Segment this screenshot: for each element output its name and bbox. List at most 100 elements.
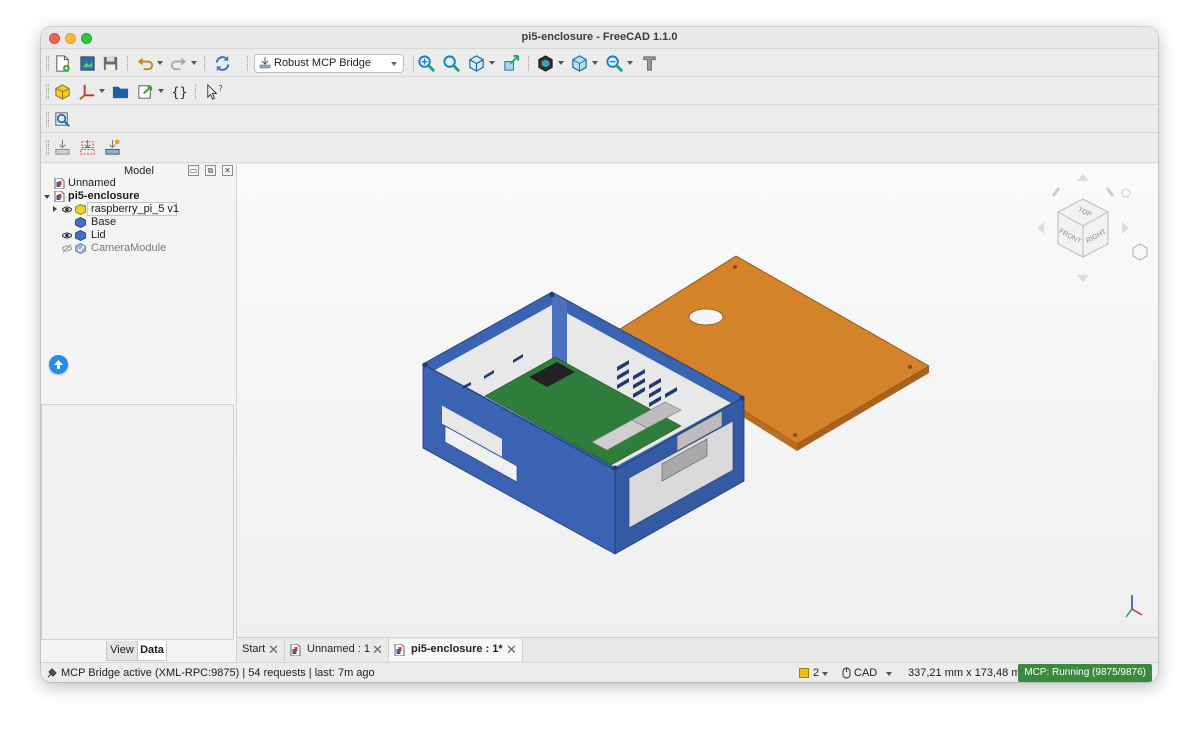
document-icon (394, 644, 405, 656)
window-title: pi5-enclosure - FreeCAD 1.1.0 (521, 31, 678, 43)
solid-body-icon (75, 243, 86, 254)
inspect-icon[interactable] (51, 108, 73, 130)
toolbar-grip[interactable] (46, 140, 49, 155)
close-tab-icon[interactable]: ✕ (372, 639, 383, 660)
tab-data[interactable]: Data (137, 641, 167, 661)
std-views-icon[interactable] (568, 52, 590, 74)
tab-pi5-enclosure[interactable]: pi5-enclosure : 1* ✕ (389, 639, 523, 661)
whats-this-icon[interactable]: ? (202, 80, 224, 102)
zoom-fit-selection-icon[interactable] (440, 52, 462, 74)
mcp-assist-button[interactable] (49, 355, 68, 374)
toolbar-mcp (41, 133, 1158, 163)
svg-text:{}: {} (171, 85, 187, 100)
part-icon (75, 204, 86, 215)
property-view[interactable] (41, 404, 234, 640)
panel-collapse-button[interactable]: ▭ (188, 165, 199, 176)
undo-dropdown-icon[interactable] (157, 61, 163, 65)
chevron-down-icon (391, 62, 397, 66)
close-tab-icon[interactable]: ✕ (268, 639, 279, 660)
tree-item-unnamed[interactable]: Unnamed (41, 177, 237, 190)
combo-view-panel: Model ▭ ⧉ ✕ Unnamed pi5-enclosure raspbe… (41, 164, 237, 662)
redo-dropdown-icon[interactable] (191, 61, 197, 65)
axis-triad-icon (1125, 595, 1143, 618)
arrow-up-icon (54, 360, 63, 369)
tree-item-base[interactable]: Base (41, 216, 237, 229)
panel-close-button[interactable]: ✕ (222, 165, 233, 176)
document-icon (54, 191, 65, 202)
part-icon[interactable] (51, 80, 73, 102)
workbench-selector[interactable]: Robust MCP Bridge (254, 54, 404, 73)
document-icon (290, 644, 301, 656)
hidden-eye-icon[interactable] (62, 243, 72, 254)
measure-icon[interactable] (603, 52, 625, 74)
workbench-icon (259, 57, 271, 69)
link-dropdown-icon[interactable] (158, 89, 164, 93)
isometric-view-icon[interactable] (465, 52, 487, 74)
status-bar: MCP Bridge active (XML-RPC:9875) | 54 re… (41, 662, 1158, 682)
macro-icon[interactable]: {} (168, 80, 190, 102)
toolbar-grip[interactable] (46, 112, 49, 127)
tab-start[interactable]: Start ✕ (237, 639, 285, 661)
tree-item-camera-module[interactable]: CameraModule (41, 242, 237, 255)
tab-unnamed[interactable]: Unnamed : 1 ✕ (285, 639, 389, 661)
nav-style-dropdown-icon[interactable] (886, 672, 892, 676)
expand-arrow-icon[interactable] (44, 195, 50, 199)
draw-style-icon[interactable] (534, 52, 556, 74)
axis-icon[interactable] (76, 80, 98, 102)
workbench-label: Robust MCP Bridge (274, 57, 372, 69)
navigation-cube[interactable]: TOP FRONT RIGHT (1037, 174, 1148, 282)
panel-header: Model ▭ ⧉ ✕ (41, 164, 237, 178)
mcp-plug-icon (47, 668, 57, 678)
toolbar-grip[interactable] (46, 56, 49, 71)
status-message: MCP Bridge active (XML-RPC:9875) | 54 re… (61, 667, 375, 679)
toolbar-inspect (41, 105, 1158, 133)
expand-arrow-icon[interactable] (53, 206, 57, 212)
redo-icon[interactable] (167, 52, 189, 74)
std-views-dropdown-icon[interactable] (489, 61, 495, 65)
link-icon[interactable] (134, 80, 156, 102)
tree-item-raspberry-pi-5[interactable]: raspberry_pi_5 v1 (41, 202, 237, 216)
toolbar-structure: {} ? (41, 77, 1158, 105)
document-icon (54, 178, 65, 189)
zoom-dropdown-icon[interactable] (627, 61, 633, 65)
bounding-box-icon[interactable] (500, 52, 522, 74)
group-icon[interactable] (109, 80, 131, 102)
3d-scene: TOP FRONT RIGHT (422, 174, 1148, 618)
view-dropdown-icon[interactable] (592, 61, 598, 65)
title-bar: pi5-enclosure - FreeCAD 1.1.0 (41, 27, 1158, 49)
save-document-icon[interactable] (99, 52, 121, 74)
freecad-window: pi5-enclosure - FreeCAD 1.1.0 Robust MCP (41, 27, 1158, 682)
axis-dropdown-icon[interactable] (99, 89, 105, 93)
clipping-icon[interactable] (638, 52, 660, 74)
tab-view[interactable]: View (106, 641, 138, 661)
layer-count[interactable]: 2 (813, 663, 819, 682)
mcp-status-icon[interactable] (101, 136, 123, 158)
new-document-icon[interactable] (51, 52, 73, 74)
layer-swatch-icon[interactable] (799, 668, 809, 678)
solid-body-icon (75, 217, 86, 228)
mouse-icon (842, 667, 851, 679)
solid-body-icon (75, 230, 86, 241)
open-document-icon[interactable] (76, 52, 98, 74)
3d-viewport[interactable]: TOP FRONT RIGHT (237, 164, 1158, 637)
refresh-icon[interactable] (211, 52, 233, 74)
svg-text:?: ? (218, 84, 223, 94)
dimensions-readout: 337,21 mm x 173,48 mm (908, 667, 1030, 679)
mcp-start-icon[interactable] (51, 136, 73, 158)
model-tree: Unnamed pi5-enclosure raspberry_pi_5 v1 … (41, 177, 237, 255)
zoom-fit-all-icon[interactable] (415, 52, 437, 74)
mcp-status-badge[interactable]: MCP: Running (9875/9876) (1018, 664, 1152, 682)
document-tabs: Start ✕ Unnamed : 1 ✕ pi5-enclosure : 1*… (237, 637, 1158, 662)
visibility-eye-icon[interactable] (62, 204, 72, 215)
mcp-stop-icon[interactable] (76, 136, 98, 158)
panel-tabs: View Data (41, 641, 237, 662)
panel-float-button[interactable]: ⧉ (205, 165, 216, 176)
undo-icon[interactable] (134, 52, 156, 74)
draw-style-dropdown-icon[interactable] (558, 61, 564, 65)
toolbar-grip[interactable] (46, 84, 49, 99)
layer-dropdown-icon[interactable] (822, 672, 828, 676)
visibility-eye-icon[interactable] (62, 230, 72, 241)
close-tab-icon[interactable]: ✕ (506, 639, 517, 660)
navigation-style[interactable]: CAD (854, 663, 877, 682)
tree-item-lid[interactable]: Lid (41, 229, 237, 242)
